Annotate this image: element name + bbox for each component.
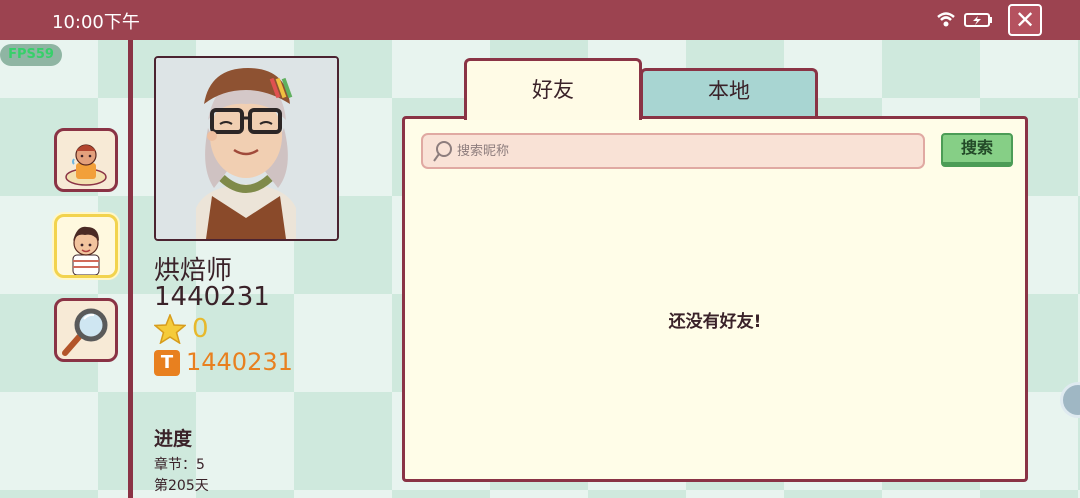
friends-panel: 搜索 还没有好友! [402, 116, 1028, 482]
search-box[interactable] [421, 133, 925, 169]
boy-avatar-icon [72, 226, 100, 275]
search-button[interactable]: 搜索 [941, 133, 1013, 167]
close-button[interactable]: ✕ [1008, 4, 1042, 36]
player-id: 1440231 [154, 282, 270, 312]
star-icon [154, 314, 186, 344]
wifi-icon [937, 12, 955, 27]
progress-day: 第205天 [154, 478, 209, 494]
top-bar: 10:00下午 ✕ [0, 0, 1080, 40]
battery-icon [964, 13, 992, 27]
player-avatar [154, 56, 339, 241]
fps-counter: FPS59 [0, 44, 62, 66]
character-sweat-icon [65, 144, 107, 186]
search-icon [433, 141, 452, 162]
search-input[interactable] [457, 139, 897, 163]
status-time: 10:00下午 [52, 12, 140, 33]
star-count: 0 [192, 314, 209, 344]
magnifier-icon [62, 308, 108, 356]
progress-chapter: 章节：5 [154, 457, 205, 473]
hammer-count: 1440231 [186, 348, 293, 376]
sidebar-divider [128, 40, 133, 498]
player-portrait [156, 58, 337, 239]
sidebar-button-profile[interactable] [54, 214, 118, 278]
hammer-icon: T [154, 350, 180, 376]
empty-friends-message: 还没有好友! [668, 312, 762, 332]
tab-friends[interactable]: 好友 [464, 58, 642, 120]
tab-local[interactable]: 本地 [640, 68, 818, 118]
sidebar-button-character[interactable] [54, 128, 118, 192]
floating-assist-button[interactable] [1060, 382, 1080, 418]
close-icon: ✕ [1014, 6, 1036, 34]
sidebar-button-search[interactable] [54, 298, 118, 362]
progress-title: 进度 [154, 428, 193, 450]
